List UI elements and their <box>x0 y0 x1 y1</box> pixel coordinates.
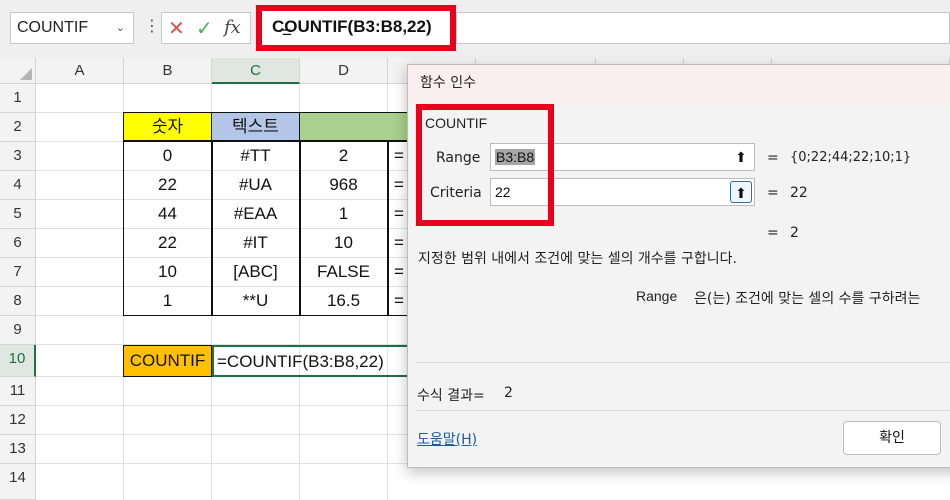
function-description: 지정한 범위 내에서 조건에 맞는 셀의 개수를 구합니다. <box>418 251 737 267</box>
cell-d6[interactable]: 10 <box>300 229 387 258</box>
total-result: 2 <box>790 225 799 241</box>
cell-d7[interactable]: FALSE <box>300 258 387 287</box>
cell-c8[interactable]: **U <box>212 287 299 316</box>
row-header-4[interactable]: 4 <box>0 171 36 200</box>
collapse-dialog-icon[interactable]: ⬆ <box>730 181 752 203</box>
row-header-9[interactable]: 9 <box>0 316 36 345</box>
arg-help-text: 은(는) 조건에 맞는 셀의 수를 구하려는 <box>694 291 921 307</box>
chevron-down-icon[interactable]: ⌄ <box>116 13 125 43</box>
range-result-eq: = <box>767 150 779 166</box>
row-header-13[interactable]: 13 <box>0 435 36 464</box>
cell-e4[interactable]: = <box>390 171 408 200</box>
cell-d5[interactable]: 1 <box>300 200 387 229</box>
cell-c5[interactable]: #EAA <box>212 200 299 229</box>
cell-e6[interactable]: = <box>390 229 408 258</box>
range-result: {0;22;44;22;10;1} <box>790 150 912 165</box>
enter-check-icon[interactable]: ✓ <box>196 16 213 40</box>
cell-d3[interactable]: 2 <box>300 142 387 171</box>
row-header-5[interactable]: 5 <box>0 200 36 229</box>
row-header-1[interactable]: 1 <box>0 84 36 113</box>
formula-input-extension[interactable] <box>456 12 950 44</box>
formula-result-label: 수식 결과= <box>417 388 485 404</box>
formula-input[interactable]: = COUNTIF(B3:B8,22) <box>256 5 456 51</box>
name-box-value: COUNTIF <box>17 19 89 36</box>
formula-bar-area: COUNTIF ⌄ ⋮ ✕ ✓ fx = COUNTIF(B3:B8,22) <box>0 0 950 58</box>
cell-b2[interactable]: 숫자 <box>123 112 212 141</box>
dialog-title[interactable]: 함수 인수 <box>408 65 950 103</box>
column-header-d[interactable]: D <box>300 58 388 84</box>
row-header-2[interactable]: 2 <box>0 113 36 142</box>
name-box[interactable]: COUNTIF ⌄ <box>10 12 134 44</box>
criteria-result-eq: = <box>767 185 779 201</box>
row-header-7[interactable]: 7 <box>0 258 36 287</box>
cell-e8[interactable]: = <box>390 287 408 316</box>
cell-e7[interactable]: = <box>390 258 408 287</box>
row-header-11[interactable]: 11 <box>0 377 36 406</box>
help-link[interactable]: 도움말(H) <box>417 429 477 449</box>
cell-b7[interactable]: 10 <box>124 258 211 287</box>
cell-b8[interactable]: 1 <box>124 287 211 316</box>
cancel-x-icon[interactable]: ✕ <box>168 16 185 40</box>
cell-c6[interactable]: #IT <box>212 229 299 258</box>
total-result-eq: = <box>767 225 779 241</box>
cell-d4[interactable]: 968 <box>300 171 387 200</box>
column-header-a[interactable]: A <box>36 58 124 84</box>
cell-b10[interactable]: COUNTIF <box>123 345 212 377</box>
row-header-8[interactable]: 8 <box>0 287 36 316</box>
dialog-divider <box>415 362 950 363</box>
row-header-6[interactable]: 6 <box>0 229 36 258</box>
more-options-icon[interactable]: ⋮ <box>144 16 160 36</box>
highlight-box <box>416 104 554 226</box>
formula-buttons: ✕ ✓ fx <box>161 12 251 44</box>
dialog-divider <box>415 410 950 411</box>
column-header-b[interactable]: B <box>124 58 212 84</box>
cell-c10-active[interactable]: =COUNTIF(B3:B8,22) <box>212 345 412 377</box>
cell-b3[interactable]: 0 <box>124 142 211 171</box>
collapse-dialog-icon[interactable]: ⬆ <box>730 146 752 168</box>
cell-b6[interactable]: 22 <box>124 229 211 258</box>
cell-b4[interactable]: 22 <box>124 171 211 200</box>
row-header-3[interactable]: 3 <box>0 142 36 171</box>
cell-e3[interactable]: = <box>390 142 408 171</box>
select-all-corner[interactable] <box>0 58 36 84</box>
ok-button[interactable]: 확인 <box>843 421 941 455</box>
row-header-12[interactable]: 12 <box>0 406 36 435</box>
formula-text: = COUNTIF(B3:B8,22) <box>272 17 432 42</box>
cell-d2[interactable] <box>299 112 409 141</box>
cell-c4[interactable]: #UA <box>212 171 299 200</box>
formula-result-value: 2 <box>504 385 513 401</box>
cell-c3[interactable]: #TT <box>212 142 299 171</box>
insert-function-fx-icon[interactable]: fx <box>224 16 241 40</box>
row-header-10[interactable]: 10 <box>0 345 36 377</box>
cell-c7[interactable]: [ABC] <box>212 258 299 287</box>
table-divider <box>387 141 389 316</box>
cell-b5[interactable]: 44 <box>124 200 211 229</box>
cell-e5[interactable]: = <box>390 200 408 229</box>
cell-d8[interactable]: 16.5 <box>300 287 387 316</box>
criteria-result: 22 <box>790 185 808 201</box>
column-header-c[interactable]: C <box>212 58 300 84</box>
row-header-14[interactable]: 14 <box>0 464 36 500</box>
arg-help-name: Range <box>636 288 678 304</box>
cell-c2[interactable]: 텍스트 <box>211 112 300 141</box>
